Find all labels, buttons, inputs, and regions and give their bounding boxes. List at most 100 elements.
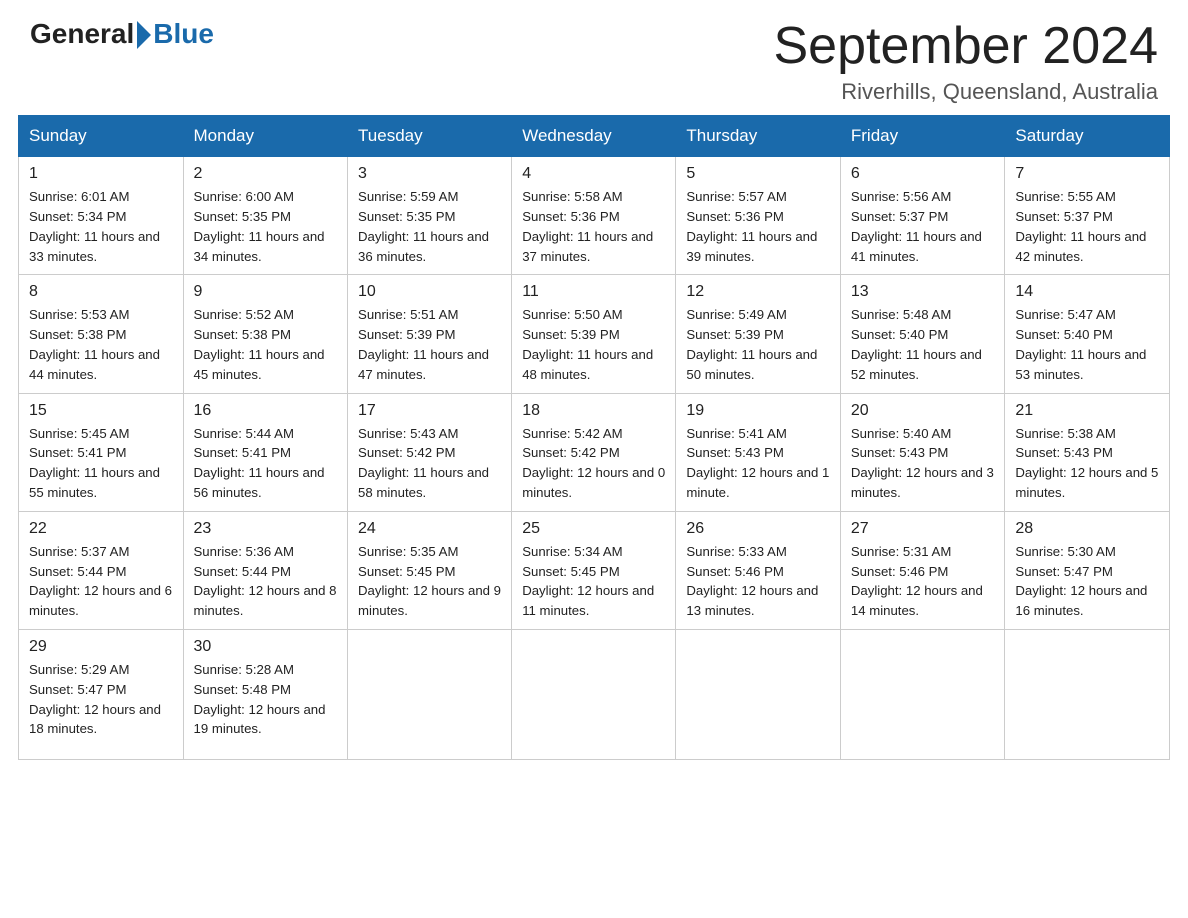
day-number: 12: [686, 283, 830, 301]
day-info: Sunrise: 5:40 AMSunset: 5:43 PMDaylight:…: [851, 424, 995, 503]
day-info: Sunrise: 5:35 AMSunset: 5:45 PMDaylight:…: [358, 542, 501, 621]
day-cell-27: 27 Sunrise: 5:31 AMSunset: 5:46 PMDayligh…: [840, 511, 1005, 629]
day-number: 1: [29, 165, 173, 183]
day-info: Sunrise: 5:53 AMSunset: 5:38 PMDaylight:…: [29, 305, 173, 384]
calendar-table: SundayMondayTuesdayWednesdayThursdayFrid…: [18, 115, 1170, 760]
day-cell-25: 25 Sunrise: 5:34 AMSunset: 5:45 PMDayligh…: [512, 511, 676, 629]
day-number: 28: [1015, 520, 1159, 538]
day-info: Sunrise: 5:36 AMSunset: 5:44 PMDaylight:…: [194, 542, 338, 621]
day-number: 7: [1015, 165, 1159, 183]
day-info: Sunrise: 5:31 AMSunset: 5:46 PMDaylight:…: [851, 542, 995, 621]
day-number: 8: [29, 283, 173, 301]
day-info: Sunrise: 5:43 AMSunset: 5:42 PMDaylight:…: [358, 424, 501, 503]
day-info: Sunrise: 5:57 AMSunset: 5:36 PMDaylight:…: [686, 187, 830, 266]
day-number: 17: [358, 402, 501, 420]
day-info: Sunrise: 5:59 AMSunset: 5:35 PMDaylight:…: [358, 187, 501, 266]
empty-cell: [676, 629, 841, 759]
day-number: 30: [194, 638, 338, 656]
day-cell-22: 22 Sunrise: 5:37 AMSunset: 5:44 PMDayligh…: [19, 511, 184, 629]
day-cell-1: 1 Sunrise: 6:01 AMSunset: 5:34 PMDaylight…: [19, 157, 184, 275]
day-number: 25: [522, 520, 665, 538]
calendar-wrapper: SundayMondayTuesdayWednesdayThursdayFrid…: [0, 115, 1188, 778]
day-header-friday: Friday: [840, 116, 1005, 157]
day-header-wednesday: Wednesday: [512, 116, 676, 157]
week-row-4: 22 Sunrise: 5:37 AMSunset: 5:44 PMDayligh…: [19, 511, 1170, 629]
day-info: Sunrise: 5:29 AMSunset: 5:47 PMDaylight:…: [29, 660, 173, 739]
week-row-3: 15Sunrise: 5:45 AMSunset: 5:41 PMDayligh…: [19, 393, 1170, 511]
day-number: 26: [686, 520, 830, 538]
day-number: 16: [194, 402, 338, 420]
empty-cell: [512, 629, 676, 759]
day-info: Sunrise: 5:44 AMSunset: 5:41 PMDaylight:…: [194, 424, 338, 503]
day-cell-20: 20Sunrise: 5:40 AMSunset: 5:43 PMDayligh…: [840, 393, 1005, 511]
day-cell-21: 21 Sunrise: 5:38 AMSunset: 5:43 PMDayligh…: [1005, 393, 1170, 511]
day-number: 14: [1015, 283, 1159, 301]
day-number: 27: [851, 520, 995, 538]
day-info: Sunrise: 5:49 AMSunset: 5:39 PMDaylight:…: [686, 305, 830, 384]
day-cell-16: 16 Sunrise: 5:44 AMSunset: 5:41 PMDayligh…: [183, 393, 348, 511]
day-number: 18: [522, 402, 665, 420]
page-header: General Blue September 2024 Riverhills, …: [0, 0, 1188, 115]
day-number: 3: [358, 165, 501, 183]
day-info: Sunrise: 5:58 AMSunset: 5:36 PMDaylight:…: [522, 187, 665, 266]
day-info: Sunrise: 5:55 AMSunset: 5:37 PMDaylight:…: [1015, 187, 1159, 266]
day-number: 21: [1015, 402, 1159, 420]
day-cell-11: 11 Sunrise: 5:50 AMSunset: 5:39 PMDayligh…: [512, 275, 676, 393]
day-number: 13: [851, 283, 995, 301]
day-number: 22: [29, 520, 173, 538]
day-header-saturday: Saturday: [1005, 116, 1170, 157]
location-subtitle: Riverhills, Queensland, Australia: [774, 79, 1159, 105]
empty-cell: [1005, 629, 1170, 759]
day-number: 6: [851, 165, 995, 183]
day-cell-24: 24 Sunrise: 5:35 AMSunset: 5:45 PMDayligh…: [348, 511, 512, 629]
day-info: Sunrise: 5:37 AMSunset: 5:44 PMDaylight:…: [29, 542, 173, 621]
day-number: 11: [522, 283, 665, 301]
month-title: September 2024: [774, 18, 1159, 75]
week-row-1: 1 Sunrise: 6:01 AMSunset: 5:34 PMDaylight…: [19, 157, 1170, 275]
day-number: 19: [686, 402, 830, 420]
empty-cell: [840, 629, 1005, 759]
day-cell-14: 14 Sunrise: 5:47 AMSunset: 5:40 PMDayligh…: [1005, 275, 1170, 393]
day-cell-26: 26 Sunrise: 5:33 AMSunset: 5:46 PMDayligh…: [676, 511, 841, 629]
days-header-row: SundayMondayTuesdayWednesdayThursdayFrid…: [19, 116, 1170, 157]
title-area: September 2024 Riverhills, Queensland, A…: [774, 18, 1159, 105]
day-info: Sunrise: 5:50 AMSunset: 5:39 PMDaylight:…: [522, 305, 665, 384]
day-cell-3: 3 Sunrise: 5:59 AMSunset: 5:35 PMDaylight…: [348, 157, 512, 275]
day-header-monday: Monday: [183, 116, 348, 157]
day-cell-9: 9Sunrise: 5:52 AMSunset: 5:38 PMDaylight…: [183, 275, 348, 393]
day-info: Sunrise: 5:51 AMSunset: 5:39 PMDaylight:…: [358, 305, 501, 384]
day-info: Sunrise: 5:34 AMSunset: 5:45 PMDaylight:…: [522, 542, 665, 621]
day-cell-8: 8 Sunrise: 5:53 AMSunset: 5:38 PMDaylight…: [19, 275, 184, 393]
day-info: Sunrise: 5:42 AMSunset: 5:42 PMDaylight:…: [522, 424, 665, 503]
day-cell-2: 2Sunrise: 6:00 AMSunset: 5:35 PMDaylight…: [183, 157, 348, 275]
day-cell-30: 30 Sunrise: 5:28 AMSunset: 5:48 PMDayligh…: [183, 629, 348, 759]
day-info: Sunrise: 6:01 AMSunset: 5:34 PMDaylight:…: [29, 187, 173, 266]
logo: General Blue: [30, 18, 214, 50]
day-info: Sunrise: 5:38 AMSunset: 5:43 PMDaylight:…: [1015, 424, 1159, 503]
day-header-tuesday: Tuesday: [348, 116, 512, 157]
day-number: 29: [29, 638, 173, 656]
day-number: 24: [358, 520, 501, 538]
day-cell-18: 18 Sunrise: 5:42 AMSunset: 5:42 PMDayligh…: [512, 393, 676, 511]
day-number: 5: [686, 165, 830, 183]
empty-cell: [348, 629, 512, 759]
day-cell-13: 13 Sunrise: 5:48 AMSunset: 5:40 PMDayligh…: [840, 275, 1005, 393]
logo-blue-text: Blue: [153, 18, 214, 50]
day-header-sunday: Sunday: [19, 116, 184, 157]
day-info: Sunrise: 5:45 AMSunset: 5:41 PMDaylight:…: [29, 424, 173, 503]
day-cell-6: 6Sunrise: 5:56 AMSunset: 5:37 PMDaylight…: [840, 157, 1005, 275]
day-cell-23: 23Sunrise: 5:36 AMSunset: 5:44 PMDayligh…: [183, 511, 348, 629]
day-cell-15: 15Sunrise: 5:45 AMSunset: 5:41 PMDayligh…: [19, 393, 184, 511]
day-info: Sunrise: 5:28 AMSunset: 5:48 PMDaylight:…: [194, 660, 338, 739]
day-info: Sunrise: 5:33 AMSunset: 5:46 PMDaylight:…: [686, 542, 830, 621]
day-number: 9: [194, 283, 338, 301]
day-number: 4: [522, 165, 665, 183]
day-info: Sunrise: 5:41 AMSunset: 5:43 PMDaylight:…: [686, 424, 830, 503]
logo-general-text: General: [30, 18, 134, 50]
week-row-5: 29 Sunrise: 5:29 AMSunset: 5:47 PMDayligh…: [19, 629, 1170, 759]
day-cell-17: 17 Sunrise: 5:43 AMSunset: 5:42 PMDayligh…: [348, 393, 512, 511]
day-info: Sunrise: 5:48 AMSunset: 5:40 PMDaylight:…: [851, 305, 995, 384]
day-cell-29: 29 Sunrise: 5:29 AMSunset: 5:47 PMDayligh…: [19, 629, 184, 759]
day-info: Sunrise: 5:47 AMSunset: 5:40 PMDaylight:…: [1015, 305, 1159, 384]
day-cell-7: 7 Sunrise: 5:55 AMSunset: 5:37 PMDaylight…: [1005, 157, 1170, 275]
